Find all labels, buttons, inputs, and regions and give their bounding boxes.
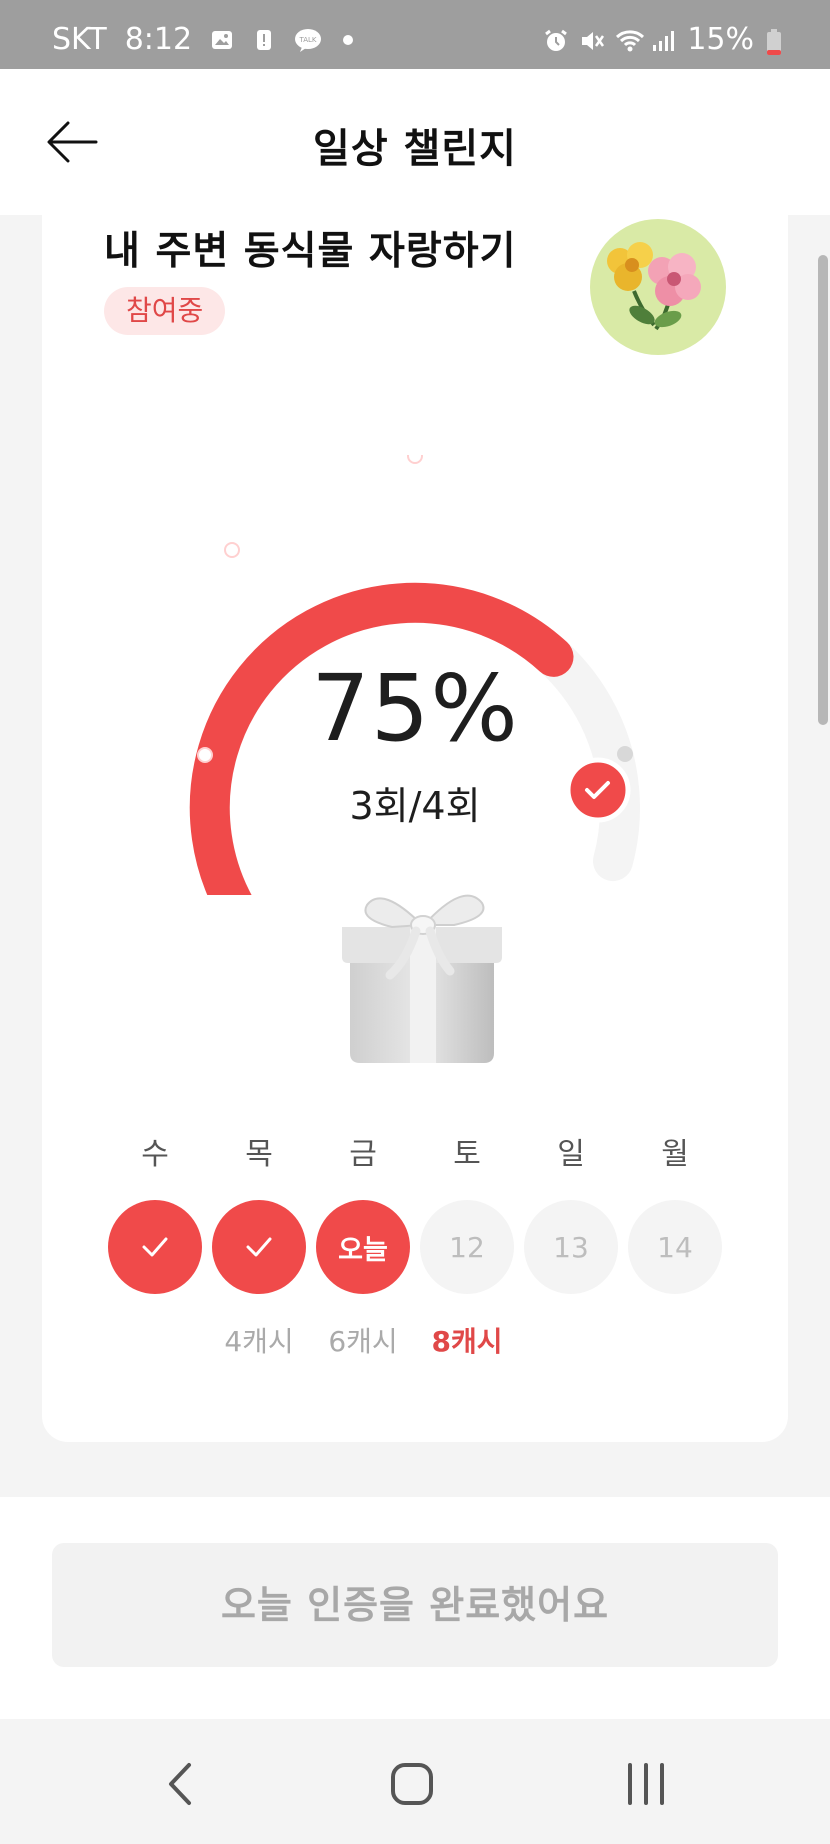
system-nav-bar [0, 1719, 830, 1844]
day-label: 월 [661, 1137, 689, 1172]
check-icon [142, 1237, 168, 1257]
nav-recents-icon [628, 1763, 664, 1805]
day-label: 수 [141, 1137, 169, 1172]
day-column: 일 13 [524, 1135, 618, 1294]
gauge-marker-3 [407, 455, 423, 464]
svg-text:TALK: TALK [299, 36, 317, 44]
day-reward: 6캐시 [328, 1325, 398, 1358]
day-column: 토 12 8캐시 [420, 1135, 514, 1358]
day-circle-future: 12 [420, 1200, 514, 1294]
dot-icon [336, 28, 360, 52]
flower-icon [607, 242, 701, 331]
gallery-icon [210, 28, 234, 52]
reward-gift-image [322, 865, 522, 1075]
alert-icon [252, 28, 276, 52]
challenge-title: 내 주변 동식물 자랑하기 [104, 229, 517, 274]
day-reward: 4캐시 [224, 1325, 294, 1358]
day-circle-today: 오늘 [316, 1200, 410, 1294]
day-circle-done [212, 1200, 306, 1294]
mute-icon [579, 28, 605, 52]
day-label: 목 [245, 1137, 273, 1172]
signal-icon [651, 28, 675, 52]
progress-percent: 75% [311, 655, 519, 762]
day-column: 목 4캐시 [212, 1135, 306, 1358]
day-column: 수 [108, 1135, 202, 1294]
challenge-card: 내 주변 동식물 자랑하기 참여중 75% 3회/4회 수 목 4캐시 금 오늘… [42, 215, 788, 1442]
gauge-marker-2 [224, 542, 240, 558]
progress-count: 3회/4회 [349, 784, 481, 828]
day-circle-text: 13 [553, 1230, 589, 1264]
day-label: 일 [557, 1137, 585, 1172]
battery-icon [766, 28, 790, 55]
day-circle-future: 13 [524, 1200, 618, 1294]
wifi-icon [615, 28, 645, 52]
day-circle-text: 12 [449, 1230, 485, 1264]
nav-home-icon [391, 1763, 433, 1805]
nav-back-icon [169, 1763, 191, 1805]
day-column: 월 14 [628, 1135, 722, 1294]
day-circle-future: 14 [628, 1200, 722, 1294]
nav-recents-button[interactable] [606, 1749, 686, 1819]
day-reward: 8캐시 [431, 1325, 503, 1358]
gift-box-icon [342, 894, 502, 1063]
kakaotalk-icon: TALK [294, 28, 322, 52]
challenge-image [590, 219, 726, 355]
carrier-text: SKT [52, 22, 107, 57]
app-header: 일상 챌린지 [0, 69, 830, 215]
check-icon [246, 1237, 272, 1257]
status-bar: SKT 8:12 TALK 15% [0, 0, 830, 69]
nav-home-button[interactable] [372, 1749, 452, 1819]
day-label: 금 [349, 1137, 377, 1172]
day-circle-done [108, 1200, 202, 1294]
status-badge: 참여중 [104, 287, 226, 335]
day-column: 금오늘 6캐시 [316, 1135, 410, 1358]
bottom-action-area: 오늘 인증을 완료했어요 [0, 1497, 830, 1719]
page-title: 일상 챌린지 [313, 126, 517, 172]
verify-complete-button[interactable]: 오늘 인증을 완료했어요 [52, 1543, 778, 1667]
scrollbar-thumb[interactable] [818, 255, 828, 725]
nav-back-button[interactable] [140, 1749, 220, 1819]
clock-text: 8:12 [124, 22, 193, 57]
day-circle-text: 오늘 [338, 1234, 388, 1266]
day-circle-text: 14 [657, 1230, 693, 1264]
day-label: 토 [453, 1137, 481, 1172]
battery-text: 15% [687, 22, 754, 57]
alarm-icon [543, 28, 568, 52]
